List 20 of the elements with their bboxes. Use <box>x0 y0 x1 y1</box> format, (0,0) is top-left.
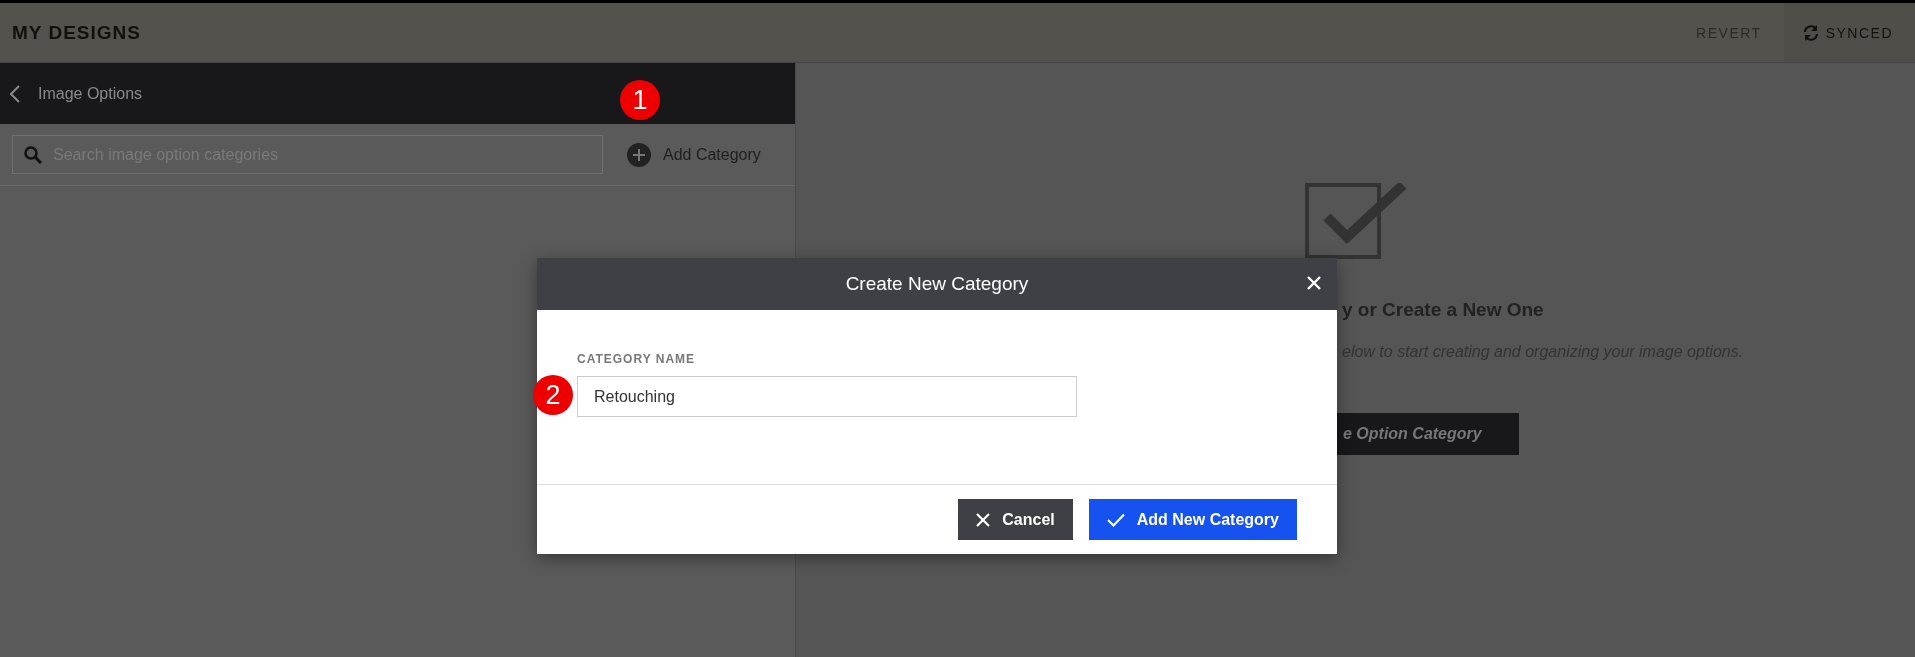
close-icon <box>976 512 991 527</box>
sync-icon <box>1801 23 1820 42</box>
back-button[interactable] <box>10 84 20 103</box>
close-icon <box>1307 276 1321 290</box>
check-icon <box>1106 512 1125 527</box>
app-title: MY DESIGNS <box>12 21 142 44</box>
create-category-button[interactable]: e Option Category <box>1337 413 1519 455</box>
search-icon <box>24 146 42 164</box>
field-label: CATEGORY NAME <box>577 352 697 366</box>
checkbox-icon <box>1305 183 1407 259</box>
cancel-button[interactable]: Cancel <box>958 499 1073 540</box>
plus-circle-icon <box>627 142 651 167</box>
synced-button[interactable]: SYNCED <box>1783 3 1915 62</box>
dialog-title: Create New Category <box>845 273 1029 295</box>
confirm-button[interactable]: Add New Category <box>1088 499 1297 540</box>
category-name-field[interactable]: Retouching <box>577 376 1077 417</box>
add-category-button[interactable]: Add Category <box>627 142 761 167</box>
chevron-left-icon <box>10 84 20 103</box>
panel-title: Image Options <box>38 84 143 103</box>
close-button[interactable] <box>1307 276 1321 290</box>
